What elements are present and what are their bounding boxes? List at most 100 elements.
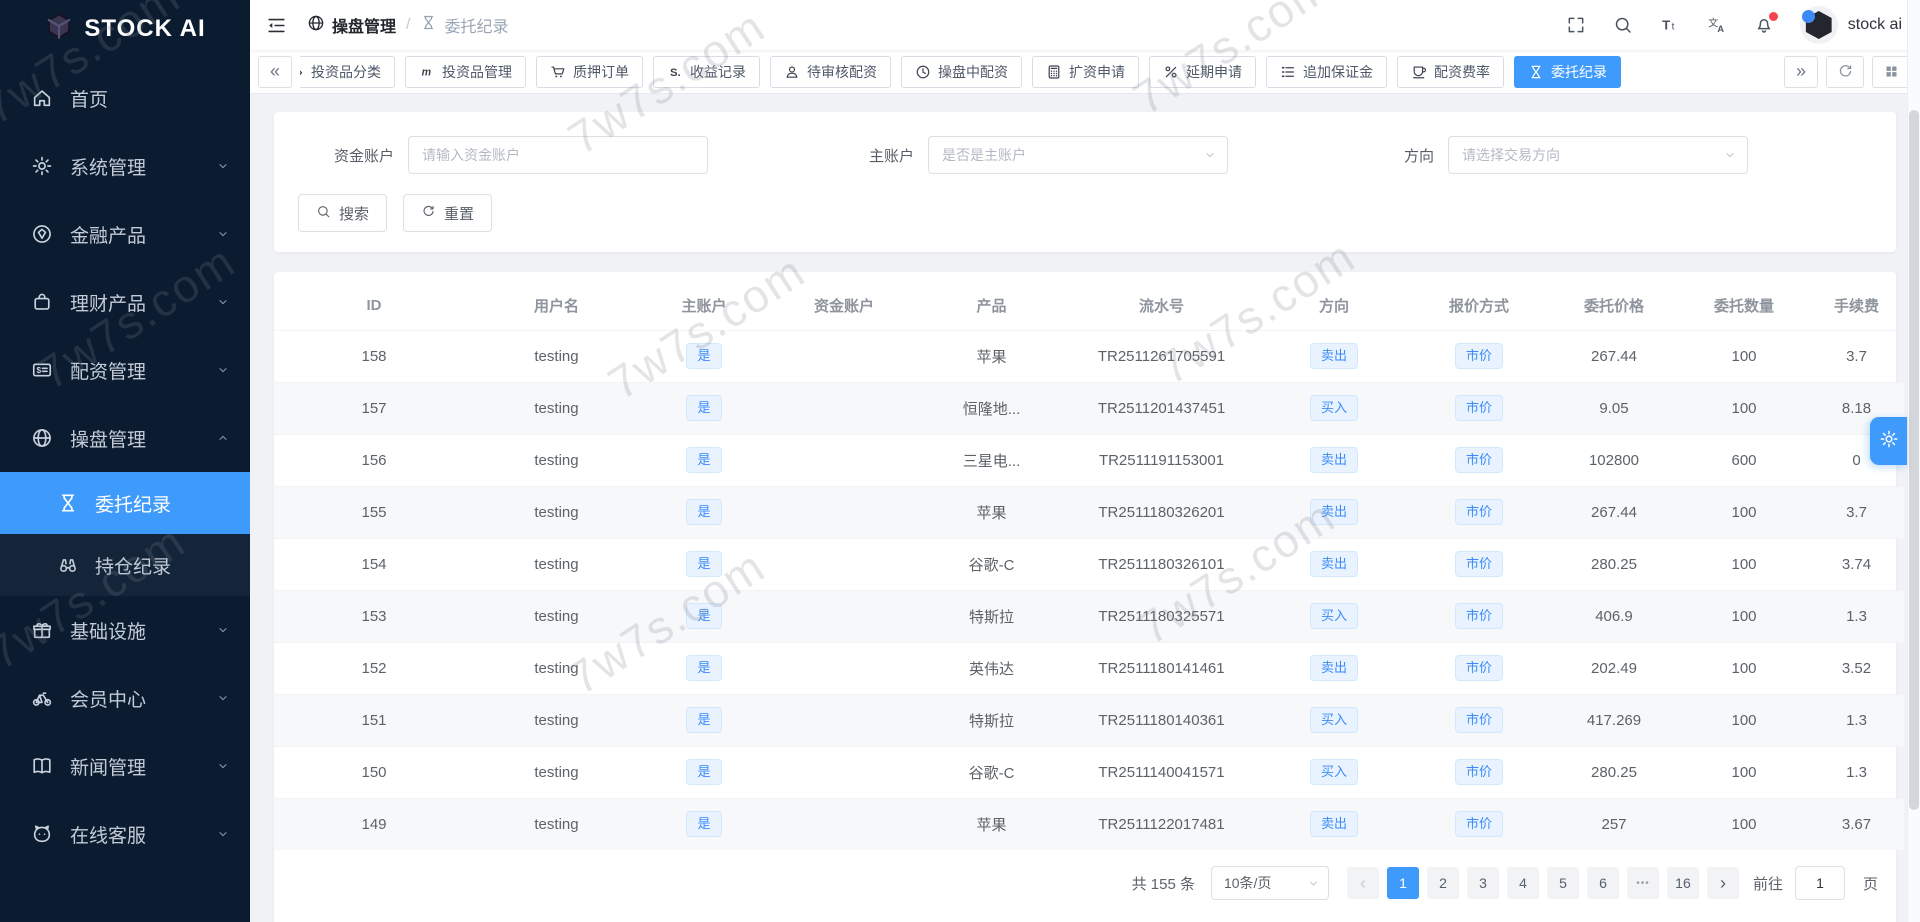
page-number-button[interactable]: 2 <box>1426 867 1459 899</box>
chevron-down-icon <box>216 363 230 377</box>
page-scrollbar[interactable] <box>1907 0 1920 922</box>
chevron-down-icon <box>216 691 230 705</box>
table-cell: 卖出 <box>1259 434 1409 486</box>
sidebar-item-money-card[interactable]: $ 配资管理 <box>0 336 250 404</box>
table-row: 151 testing 是 特斯拉 TR2511180140361 买入 市价 417.269… <box>274 694 1904 746</box>
chevron-down-icon <box>216 295 230 309</box>
search-icon[interactable] <box>1613 15 1633 35</box>
table-cell: 市价 <box>1409 642 1549 694</box>
main-area: 操盘管理 / 委托纪录 Tt 文A stock ai « 投资品分类 m 投资品管理 质… <box>250 0 1920 922</box>
svg-text:m: m <box>422 66 432 78</box>
sidebar-submenu: 委托纪录 持仓纪录 <box>0 472 250 596</box>
sidebar-item-bicycle[interactable]: 会员中心 <box>0 664 250 732</box>
next-page-button[interactable]: › <box>1706 867 1739 899</box>
scroll-tabs-left-button[interactable]: « <box>258 55 292 88</box>
svg-text:t: t <box>1671 22 1674 33</box>
sidebar-item-label: 系统管理 <box>70 157 147 179</box>
tab-percent-link[interactable]: 延期申请 <box>1149 55 1256 88</box>
goto-page-input[interactable] <box>1794 866 1845 900</box>
sidebar-item-cat[interactable]: 在线客服 <box>0 800 250 868</box>
table-cell: 3.7 <box>1846 503 1867 521</box>
fullscreen-icon[interactable] <box>1566 15 1586 35</box>
page-size-select[interactable]: 10条/页 <box>1210 866 1329 900</box>
table-cell: 是 <box>639 694 769 746</box>
settings-float-button[interactable] <box>1870 417 1907 465</box>
sidebar-subitem-binoculars[interactable]: 持仓纪录 <box>0 534 250 596</box>
tab-cup[interactable]: 配资费率 <box>1397 55 1504 88</box>
table-row: 153 testing 是 特斯拉 TR2511180325571 买入 市价 406.9 10… <box>274 590 1904 642</box>
page-buttons: 1 2 3 4 5 6 ••• 16 <box>1386 867 1699 899</box>
tab-calculator[interactable]: 扩资申请 <box>1032 55 1139 88</box>
tab-bar: « 投资品分类 m 投资品管理 质押订单 S. 收益记录 待审核配资 操盘中配资 扩资申请 延期申… <box>250 50 1920 94</box>
table-cell <box>769 486 919 538</box>
tab-person[interactable]: 待审核配资 <box>770 55 891 88</box>
table-cell: 100 <box>1731 763 1757 781</box>
tab-tag[interactable]: 投资品分类 <box>300 55 395 88</box>
tab-label: 配资费率 <box>1434 63 1490 80</box>
collapse-menu-icon[interactable] <box>266 15 287 36</box>
page-number-button[interactable]: 4 <box>1506 867 1539 899</box>
sidebar-item-gear[interactable]: 系统管理 <box>0 132 250 200</box>
notification-icon[interactable] <box>1754 12 1778 35</box>
table-cell: testing <box>534 399 579 417</box>
tab-letter-s[interactable]: S. 收益记录 <box>653 55 760 88</box>
scrollbar-thumb[interactable] <box>1909 110 1919 810</box>
table-cell: 1.3 <box>1846 763 1867 781</box>
svg-text:A: A <box>1717 24 1724 34</box>
tag-badge: 市价 <box>1454 811 1503 838</box>
translate-icon[interactable]: 文A <box>1707 15 1727 35</box>
sidebar-item-globe[interactable]: 操盘管理 <box>0 404 250 472</box>
table-cell: 280.25 <box>1591 555 1637 573</box>
tab-list[interactable]: 追加保证金 <box>1266 55 1387 88</box>
tag-badge: 卖出 <box>1309 551 1358 577</box>
direction-select[interactable]: 请选择交易方向 <box>1448 136 1748 174</box>
search-button[interactable]: 搜索 <box>298 194 388 232</box>
table-cell: 153 <box>361 607 387 625</box>
breadcrumb-item-parent[interactable]: 操盘管理 <box>307 13 396 37</box>
prev-page-button[interactable]: ‹ <box>1346 867 1379 899</box>
page-number-button[interactable]: 16 <box>1666 867 1699 899</box>
tag-icon <box>300 64 304 80</box>
reset-button[interactable]: 重置 <box>403 194 493 232</box>
page-content: 资金账户 主账户 是否是主账户 方向 请选择交易方向 <box>250 94 1920 922</box>
table-cell: 卖出 <box>1259 330 1409 382</box>
tab-cart[interactable]: 质押订单 <box>536 55 643 88</box>
tab-clock[interactable]: 操盘中配资 <box>901 55 1022 88</box>
chevron-down-icon <box>216 159 230 173</box>
sidebar-item-book[interactable]: 新闻管理 <box>0 732 250 800</box>
sidebar-item-diamond[interactable]: 金融产品 <box>0 200 250 268</box>
table-cell: testing <box>534 347 579 365</box>
table-cell <box>769 694 919 746</box>
table-cell: 特斯拉 <box>968 712 1014 730</box>
font-size-icon[interactable]: Tt <box>1660 15 1680 35</box>
page-number-button[interactable]: 3 <box>1466 867 1499 899</box>
main-account-select[interactable]: 是否是主账户 <box>928 136 1228 174</box>
user-menu[interactable]: stock ai <box>1799 6 1902 44</box>
tab-letter-m[interactable]: m 投资品管理 <box>405 55 526 88</box>
sidebar-item-gift[interactable]: 基础设施 <box>0 596 250 664</box>
page-number-button[interactable]: 1 <box>1386 867 1419 899</box>
page-number-button[interactable]: 5 <box>1546 867 1579 899</box>
calculator-icon <box>1046 64 1062 80</box>
app-root: STOCK AI 首页 系统管理 金融产品 理财产品 $ 配资管理 操盘管理 委托纪录 持仓纪录… <box>0 0 1920 922</box>
table-cell: 3.52 <box>1841 659 1872 677</box>
percent-link-icon <box>1163 64 1179 80</box>
page-number-button[interactable]: 6 <box>1586 867 1619 899</box>
column-header: 资金账户 <box>813 298 874 316</box>
sidebar-menu: 首页系统管理金融产品 理财产品 $ 配资管理 操盘管理 委托纪录 持仓纪录 基础设施 会员中心新… <box>0 64 250 868</box>
scroll-tabs-right-button[interactable]: » <box>1784 55 1818 88</box>
more-pages-button[interactable]: ••• <box>1626 867 1659 899</box>
sidebar-item-handbag[interactable]: 理财产品 <box>0 268 250 336</box>
sidebar-item-home[interactable]: 首页 <box>0 64 250 132</box>
table-cell <box>769 590 919 642</box>
refresh-tab-button[interactable] <box>1826 55 1864 88</box>
table-cell: 9.05 <box>1599 399 1629 417</box>
tab-hourglass[interactable]: 委托纪录 <box>1514 55 1621 88</box>
sidebar-subitem-hourglass[interactable]: 委托纪录 <box>0 472 250 534</box>
table-cell: 苹果 <box>976 348 1007 366</box>
tab-label: 质押订单 <box>573 63 629 80</box>
gear-icon <box>30 155 54 177</box>
tab-layout-grid-button[interactable] <box>1872 55 1910 88</box>
fund-account-input[interactable] <box>408 136 708 174</box>
cup-icon <box>1411 64 1427 80</box>
